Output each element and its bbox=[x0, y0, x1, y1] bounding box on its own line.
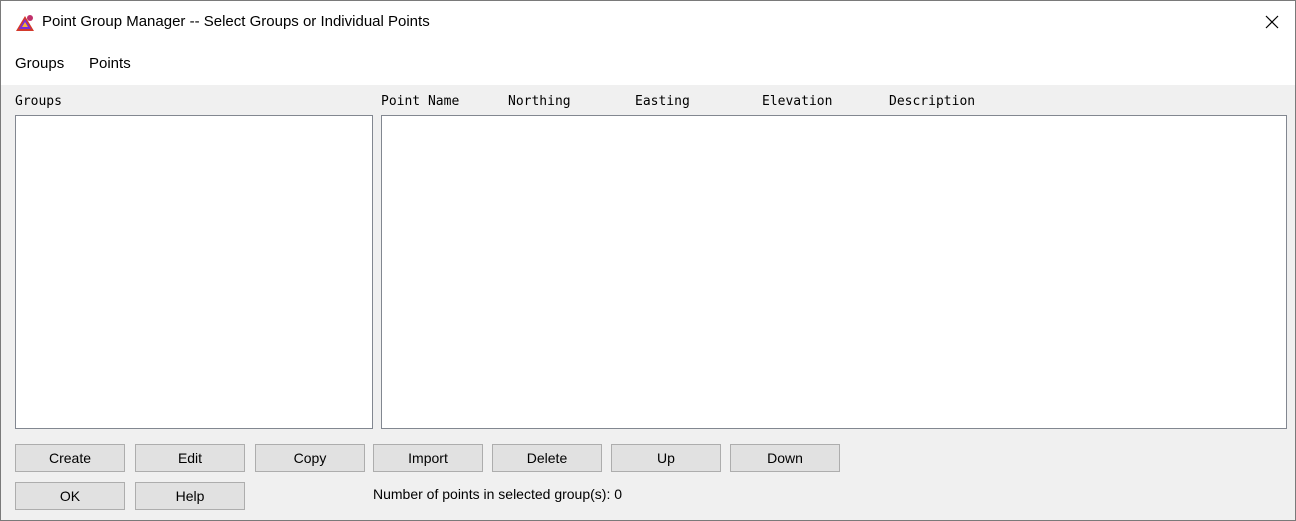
app-logo-icon bbox=[15, 14, 35, 32]
import-button[interactable]: Import bbox=[373, 444, 483, 472]
column-header-elevation: Elevation bbox=[762, 94, 833, 109]
points-list[interactable] bbox=[381, 115, 1287, 429]
create-button[interactable]: Create bbox=[15, 444, 125, 472]
title-bar[interactable]: Point Group Manager -- Select Groups or … bbox=[1, 1, 1295, 43]
point-group-manager-window: Point Group Manager -- Select Groups or … bbox=[0, 0, 1296, 521]
menu-bar: Groups Points bbox=[1, 43, 1295, 85]
copy-button[interactable]: Copy bbox=[255, 444, 365, 472]
close-button[interactable] bbox=[1249, 1, 1295, 43]
help-button[interactable]: Help bbox=[135, 482, 245, 510]
column-header-description: Description bbox=[889, 94, 976, 109]
column-header-point-name: Point Name bbox=[381, 94, 460, 109]
groups-label: Groups bbox=[15, 94, 62, 109]
delete-button[interactable]: Delete bbox=[492, 444, 602, 472]
column-header-northing: Northing bbox=[508, 94, 571, 109]
menu-groups[interactable]: Groups bbox=[15, 55, 64, 72]
menu-points[interactable]: Points bbox=[89, 55, 131, 72]
edit-button[interactable]: Edit bbox=[135, 444, 245, 472]
close-icon bbox=[1265, 15, 1279, 29]
down-button[interactable]: Down bbox=[730, 444, 840, 472]
up-button[interactable]: Up bbox=[611, 444, 721, 472]
window-title: Point Group Manager -- Select Groups or … bbox=[42, 13, 430, 30]
column-header-easting: Easting bbox=[635, 94, 690, 109]
points-count-status: Number of points in selected group(s): 0 bbox=[373, 486, 623, 502]
groups-list[interactable] bbox=[15, 115, 373, 429]
ok-button[interactable]: OK bbox=[15, 482, 125, 510]
